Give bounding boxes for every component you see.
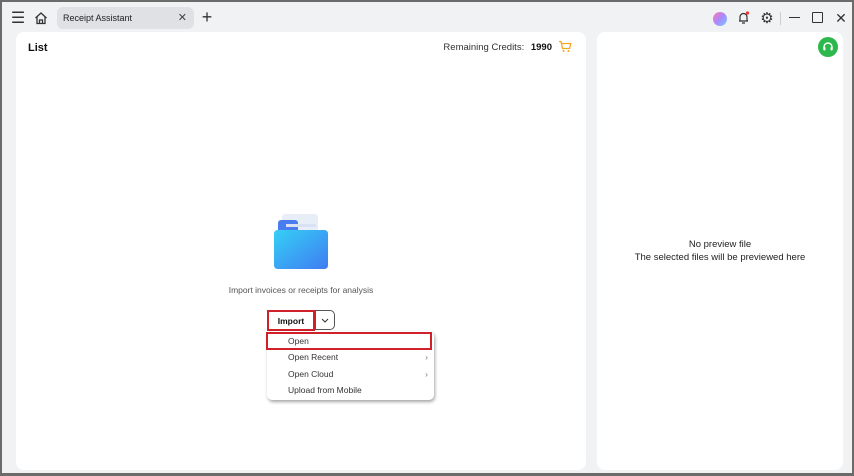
menu-item-open-cloud[interactable]: Open Cloud ›: [288, 367, 428, 381]
bell-icon[interactable]: [735, 10, 751, 26]
tab-label: Receipt Assistant: [63, 13, 133, 23]
chevron-right-icon: ›: [425, 352, 428, 362]
preview-panel: No preview file The selected files will …: [597, 32, 843, 470]
no-preview-title: No preview file: [688, 239, 752, 250]
list-panel: List Remaining Credits: 1990 Import invo…: [16, 32, 586, 470]
menu-item-upload-from-mobile[interactable]: Upload from Mobile: [288, 383, 428, 397]
menu-item-label: Open Cloud: [288, 369, 334, 379]
gear-icon[interactable]: ⚙: [758, 9, 776, 27]
empty-hint: Import invoices or receipts for analysis: [228, 285, 374, 295]
cart-icon[interactable]: [558, 40, 572, 58]
list-title: List: [28, 42, 48, 54]
maximize-icon[interactable]: [812, 12, 823, 23]
chevron-right-icon: ›: [425, 369, 428, 379]
import-dropdown-button[interactable]: [315, 310, 335, 330]
menu-item-open-recent[interactable]: Open Recent ›: [288, 350, 428, 364]
credits-value: 1990: [530, 42, 552, 53]
tab-receipt-assistant[interactable]: Receipt Assistant ✕: [57, 7, 194, 29]
menu-icon[interactable]: ☰: [9, 9, 27, 27]
support-button[interactable]: [818, 37, 838, 57]
minimize-icon[interactable]: [789, 17, 800, 18]
menu-item-label: Open Recent: [288, 352, 339, 362]
close-window-icon[interactable]: ✕: [833, 9, 849, 27]
close-tab-icon[interactable]: ✕: [178, 11, 187, 24]
credits: Remaining Credits: 1990: [443, 42, 552, 53]
avatar[interactable]: [713, 12, 727, 26]
import-button[interactable]: Import: [267, 310, 315, 331]
separator: [780, 12, 781, 25]
menu-item-open-label[interactable]: Open: [288, 334, 428, 348]
folder-icon: [272, 212, 330, 275]
no-preview-subtitle: The selected files will be previewed her…: [634, 252, 806, 263]
home-icon[interactable]: [32, 9, 50, 27]
new-tab-icon[interactable]: +: [198, 7, 216, 27]
import-menu: Open Open Recent › Open Cloud › Upload fro…: [266, 331, 434, 400]
credits-label: Remaining Credits:: [443, 42, 525, 53]
